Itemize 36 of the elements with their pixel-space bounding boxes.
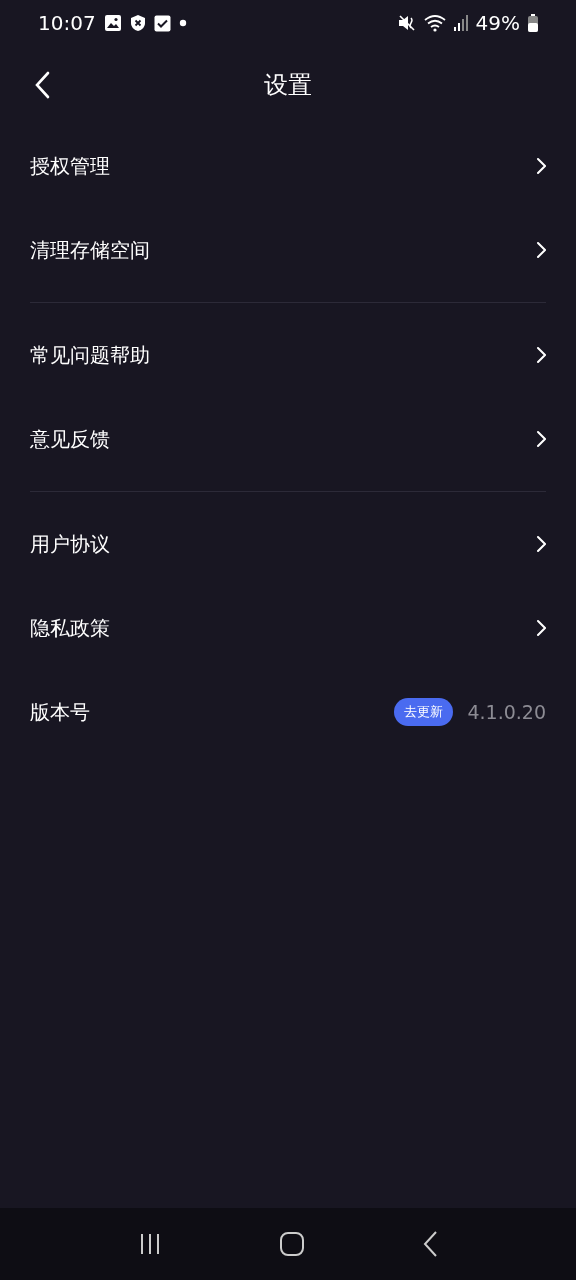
chevron-right-icon — [536, 619, 546, 637]
image-icon — [103, 14, 122, 32]
row-label: 常见问题帮助 — [30, 342, 150, 369]
back-icon — [34, 71, 50, 99]
status-time: 10:07 — [38, 10, 96, 37]
mute-icon — [397, 14, 416, 32]
checkbox-icon — [153, 14, 171, 32]
settings-row[interactable]: 清理存储空间 — [0, 208, 576, 292]
row-label: 意见反馈 — [30, 426, 110, 453]
update-button[interactable]: 去更新 — [394, 698, 454, 726]
chevron-right-icon — [536, 346, 546, 364]
back-icon — [421, 1230, 438, 1258]
shield-icon — [129, 14, 146, 32]
settings-row[interactable]: 授权管理 — [0, 124, 576, 208]
chevron-right-icon — [536, 157, 546, 175]
chevron-right-icon — [536, 535, 546, 553]
settings-row[interactable]: 版本号 去更新 4.1.0.20 — [0, 670, 576, 754]
battery-percent: 49% — [475, 10, 520, 37]
row-label: 隐私政策 — [30, 615, 110, 642]
settings-row[interactable]: 用户协议 — [0, 502, 576, 586]
chevron-right-icon — [536, 430, 546, 448]
version-number: 4.1.0.20 — [467, 699, 546, 725]
signal-icon — [453, 15, 468, 31]
settings-row[interactable]: 隐私政策 — [0, 586, 576, 670]
settings-row[interactable]: 常见问题帮助 — [0, 313, 576, 397]
dot-icon — [178, 19, 187, 27]
chevron-right-icon — [536, 241, 546, 259]
row-label: 授权管理 — [30, 153, 110, 180]
row-label: 用户协议 — [30, 531, 110, 558]
wifi-icon — [423, 14, 446, 32]
battery-icon — [528, 14, 538, 32]
row-label: 清理存储空间 — [30, 237, 150, 264]
row-label: 版本号 — [30, 699, 90, 726]
settings-row[interactable]: 意见反馈 — [0, 397, 576, 481]
home-icon — [279, 1231, 305, 1257]
page-title: 设置 — [264, 70, 312, 101]
